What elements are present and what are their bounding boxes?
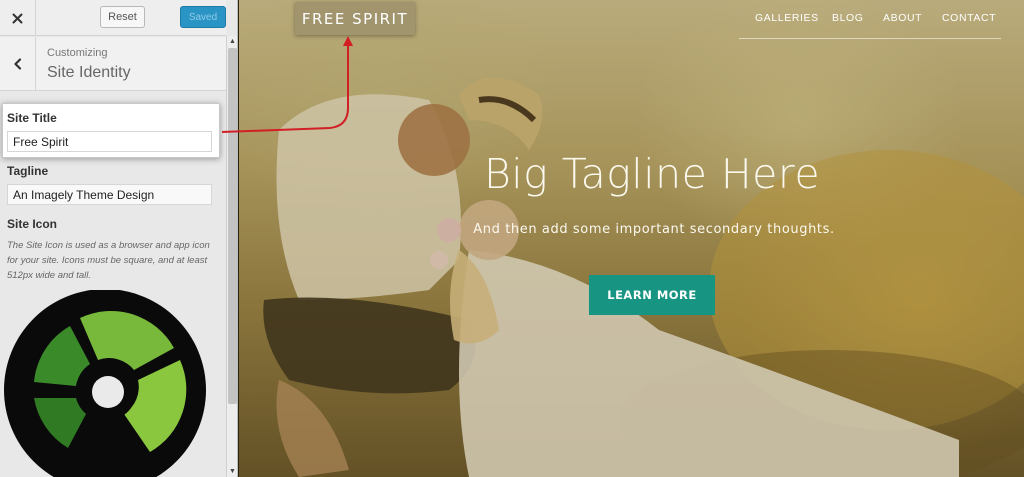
close-customizer-button[interactable] [0,0,36,36]
site-icon-label: Site Icon [7,217,58,231]
section-header: Customizing Site Identity [0,37,226,91]
tagline-label: Tagline [7,164,49,178]
tagline-input[interactable]: An Imagely Theme Design [7,184,212,205]
breadcrumb: Customizing [47,47,108,59]
hero-headline: Big Tagline Here [483,150,821,198]
nav-galleries[interactable]: GALLERIES [755,12,819,24]
nav-about[interactable]: ABOUT [883,12,922,24]
nav-contact[interactable]: CONTACT [942,12,996,24]
close-icon [12,13,23,23]
customizer-header: Reset Saved [0,0,226,36]
section-title: Site Identity [47,64,131,81]
nav-divider [739,38,1001,39]
saved-button[interactable]: Saved [180,6,226,28]
site-title-logo[interactable]: FREE SPIRIT [295,2,415,35]
back-button[interactable] [0,37,36,91]
learn-more-button[interactable]: LEARN MORE [589,275,715,315]
customizer-panel: Reset Saved Customizing Site Identity ▲ … [0,0,238,477]
scroll-down-icon[interactable]: ▼ [227,466,237,477]
hero-overlay [239,0,1024,477]
chevron-left-icon [13,58,21,70]
site-title-label: Site Title [7,111,57,125]
imagely-logo-icon [4,290,206,477]
site-icon-description: The Site Icon is used as a browser and a… [7,240,210,281]
nav-blog[interactable]: BLOG [832,12,864,24]
scroll-up-icon[interactable]: ▲ [227,36,237,47]
panel-scrollbar[interactable]: ▲ ▼ [226,36,237,477]
site-title-input[interactable]: Free Spirit [7,131,212,152]
hero-subheadline: And then add some important secondary th… [473,222,835,237]
scrollbar-thumb[interactable] [228,48,237,404]
site-icon-preview[interactable] [4,290,208,477]
site-preview: FREE SPIRIT GALLERIES BLOG ABOUT CONTACT… [239,0,1024,477]
reset-button[interactable]: Reset [100,6,145,28]
